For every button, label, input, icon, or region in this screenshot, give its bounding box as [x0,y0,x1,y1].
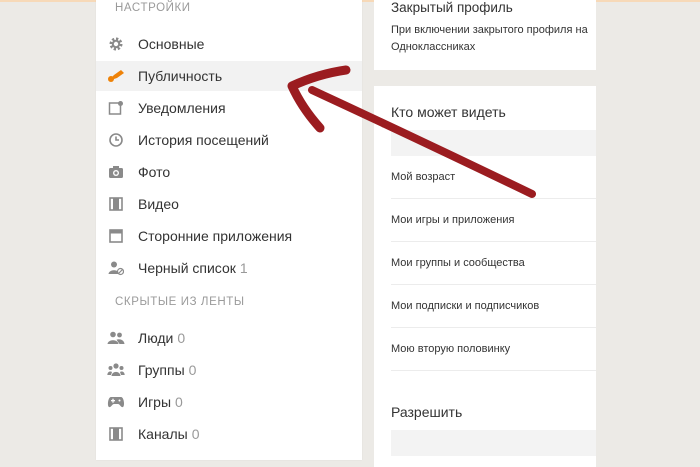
sidebar-item-label: Сторонние приложения [138,228,293,244]
sidebar-item-label: Фото [138,164,171,180]
sidebar-item-people[interactable]: Люди 0 [96,323,362,353]
closed-profile-description: При включении закрытого профиля на Однок… [391,24,588,53]
visibility-row-subscriptions[interactable]: Мои подписки и подписчиков [391,285,596,328]
public-icon [107,67,125,85]
sidebar-item-label: История посещений [138,132,269,148]
sidebar-item-notifications[interactable]: Уведомления [96,93,362,123]
row-label: Мою вторую половинку [391,343,511,355]
people-count: 0 [177,330,186,346]
sidebar-item-blacklist[interactable]: Черный список 1 [96,253,362,283]
camera-icon [107,163,125,181]
gamepad-icon [107,393,125,411]
groups-icon [107,361,125,379]
games-count: 0 [175,394,183,410]
sidebar-item-label: Каналы [138,426,188,442]
people-icon [107,329,125,347]
notification-icon [107,99,125,117]
row-label: Мой возраст [391,171,456,183]
blacklist-count: 1 [239,260,248,276]
groups-count: 0 [188,362,197,378]
visibility-panel: Кто может видеть Мой возраст Мои игры и … [374,86,596,467]
window-icon [107,227,125,245]
sidebar-item-label: Основные [138,36,205,52]
sidebar-item-games[interactable]: Игры 0 [96,387,362,417]
sidebar-item-label: Уведомления [138,100,226,116]
sidebar-item-main[interactable]: Основные [96,29,362,59]
sidebar-item-publicity[interactable]: Публичность [96,61,362,91]
header-strip [391,130,596,156]
visibility-title: Кто может видеть [391,104,506,120]
settings-sidebar: НАСТРОЙКИ Основные Публичность Уведомлен… [96,0,362,460]
visibility-row-groups[interactable]: Мои группы и сообщества [391,242,596,285]
section-title-settings: НАСТРОЙКИ [115,2,191,14]
blocked-user-icon [107,259,125,277]
sidebar-item-video[interactable]: Видео [96,189,362,219]
channel-icon [107,425,125,443]
visibility-row-partner[interactable]: Мою вторую половинку [391,328,596,371]
closed-profile-panel: Закрытый профиль При включении закрытого… [374,0,596,70]
sidebar-item-label: Черный список [138,260,236,276]
closed-profile-title: Закрытый профиль [391,0,513,15]
row-label: Мои игры и приложения [391,214,515,226]
film-icon [107,195,125,213]
sidebar-item-label: Группы [138,362,185,378]
visibility-row-games[interactable]: Мои игры и приложения [391,199,596,242]
gear-icon [107,35,125,53]
sidebar-item-channels[interactable]: Каналы 0 [96,419,362,449]
sidebar-item-photo[interactable]: Фото [96,157,362,187]
allow-title: Разрешить [391,404,463,420]
history-icon [107,131,125,149]
sidebar-item-label: Люди [138,330,174,346]
sidebar-item-label: Публичность [138,68,223,84]
row-label: Мои группы и сообщества [391,257,525,269]
channels-count: 0 [191,426,200,442]
visibility-row-age[interactable]: Мой возраст [391,156,596,199]
sidebar-item-apps[interactable]: Сторонние приложения [96,221,362,251]
row-label: Мои подписки и подписчиков [391,300,540,312]
sidebar-item-groups[interactable]: Группы 0 [96,355,362,385]
sidebar-item-history[interactable]: История посещений [96,125,362,155]
sidebar-item-label: Видео [138,196,179,212]
sidebar-item-label: Игры [138,394,172,410]
section-title-hidden: СКРЫТЫЕ ИЗ ЛЕНТЫ [115,296,245,308]
allow-strip [391,430,596,456]
